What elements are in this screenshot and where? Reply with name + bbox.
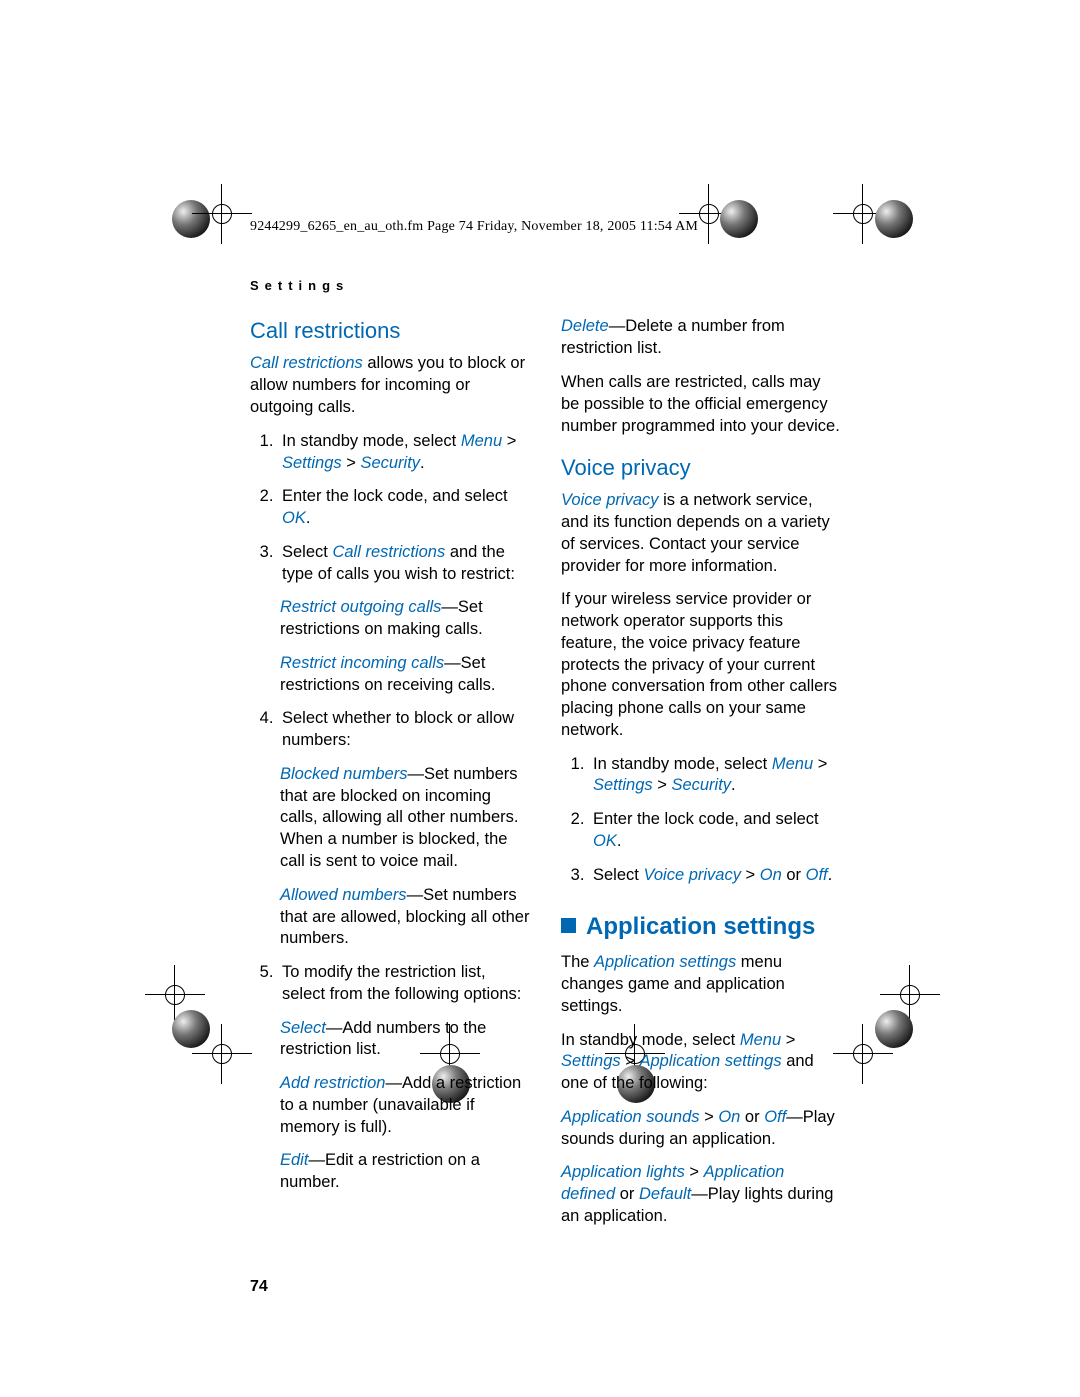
chapter-label: Settings xyxy=(250,277,842,295)
body-text: In standby mode, select Menu > Settings … xyxy=(561,1030,842,1095)
heading-voice-privacy: Voice privacy xyxy=(561,453,842,482)
body-text: Application lights > Application defined… xyxy=(561,1162,842,1227)
reg-mark-icon xyxy=(192,1024,252,1084)
source-header: 9244299_6265_en_au_oth.fm Page 74 Friday… xyxy=(250,218,842,237)
body-text: Restrict incoming calls—Set restrictions… xyxy=(280,653,531,697)
body-text: If your wireless service provider or net… xyxy=(561,589,842,741)
list-item: Select Call restrictions and the type of… xyxy=(278,542,531,586)
body-text: Restrict outgoing calls—Set restrictions… xyxy=(280,597,531,641)
list-item: Select whether to block or allow numbers… xyxy=(278,708,531,752)
body-text: The Application settings menu changes ga… xyxy=(561,952,842,1017)
heading-call-restrictions: Call restrictions xyxy=(250,316,531,345)
body-text: Application sounds > On or Off—Play soun… xyxy=(561,1107,842,1151)
body-text: Delete—Delete a number from restriction … xyxy=(561,316,842,360)
list-item: In standby mode, select Menu > Settings … xyxy=(278,431,531,475)
body-text: When calls are restricted, calls may be … xyxy=(561,372,842,437)
body-text: Add restriction—Add a restriction to a n… xyxy=(280,1073,531,1138)
list-item: Select Voice privacy > On or Off. xyxy=(589,865,842,887)
body-text: Call restrictions allows you to block or… xyxy=(250,353,531,418)
body-text: Blocked numbers—Set numbers that are blo… xyxy=(280,764,531,873)
body-text: Voice privacy is a network service, and … xyxy=(561,490,842,577)
body-text: Allowed numbers—Set numbers that are all… xyxy=(280,885,531,950)
reg-sphere-icon xyxy=(875,1010,913,1048)
square-bullet-icon xyxy=(561,918,576,933)
body-text: Edit—Edit a restriction on a number. xyxy=(280,1150,531,1194)
page-content: 9244299_6265_en_au_oth.fm Page 74 Friday… xyxy=(250,218,842,1297)
body-text: Select—Add numbers to the restriction li… xyxy=(280,1018,531,1062)
page-number: 74 xyxy=(250,1276,842,1298)
list-item: Enter the lock code, and select OK. xyxy=(278,486,531,530)
reg-mark-icon xyxy=(192,184,252,244)
heading-application-settings: Application settings xyxy=(561,911,842,943)
left-column: Call restrictions Call restrictions allo… xyxy=(250,316,531,1239)
right-column: Delete—Delete a number from restriction … xyxy=(561,316,842,1239)
list-item: To modify the restriction list, select f… xyxy=(278,962,531,1006)
reg-sphere-icon xyxy=(875,200,913,238)
list-item: Enter the lock code, and select OK. xyxy=(589,809,842,853)
list-item: In standby mode, select Menu > Settings … xyxy=(589,754,842,798)
